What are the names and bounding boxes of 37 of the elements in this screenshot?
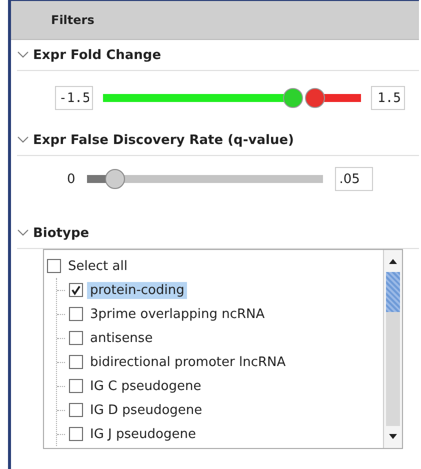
section-title: Expr Fold Change [33, 48, 162, 62]
tree-item[interactable]: IG D pseudogene [87, 402, 206, 418]
checkbox[interactable] [69, 331, 83, 345]
checkbox[interactable] [69, 307, 83, 321]
max-value-field[interactable]: .05 [335, 167, 374, 191]
slider-thumb[interactable] [305, 88, 326, 108]
chevron-icon[interactable] [17, 229, 29, 237]
slider[interactable] [85, 168, 326, 190]
tree-item[interactable]: protein-coding [87, 282, 188, 298]
checkbox[interactable] [69, 355, 83, 369]
scroll-track[interactable] [386, 272, 400, 426]
scroll-down-icon[interactable] [388, 434, 398, 440]
panel-title: Filters [51, 13, 94, 27]
tree-item[interactable]: antisense [87, 330, 156, 346]
min-value-field[interactable]: -1.5 [55, 86, 93, 110]
tree-item[interactable]: bidirectional promoter lncRNA [87, 354, 289, 370]
checkbox[interactable] [47, 259, 61, 273]
checkbox[interactable] [69, 403, 83, 417]
slider-thumb[interactable] [105, 169, 126, 189]
scrollbar[interactable] [383, 250, 402, 448]
checkbox[interactable] [69, 283, 83, 297]
tree-item[interactable]: IG C pseudogene [87, 378, 204, 394]
min-label: 0 [67, 172, 76, 186]
range-slider[interactable] [101, 87, 363, 109]
chevron-icon[interactable] [17, 51, 29, 59]
scroll-up-icon[interactable] [388, 258, 398, 264]
max-value-field[interactable]: 1.5 [371, 86, 405, 110]
section-title: Expr False Discovery Rate (q-value) [33, 132, 294, 148]
section-title: Biotype [33, 226, 90, 240]
slider-thumb[interactable] [282, 88, 302, 108]
scroll-thumb[interactable] [386, 272, 400, 312]
tree-item[interactable]: IG J pseudogene [87, 426, 199, 442]
chevron-icon[interactable] [17, 136, 29, 144]
tree-item[interactable]: 3prime overlapping ncRNA [87, 306, 268, 322]
checkbox[interactable] [69, 379, 83, 393]
tree-item[interactable]: Select all [65, 258, 130, 274]
checkbox[interactable] [69, 427, 83, 441]
